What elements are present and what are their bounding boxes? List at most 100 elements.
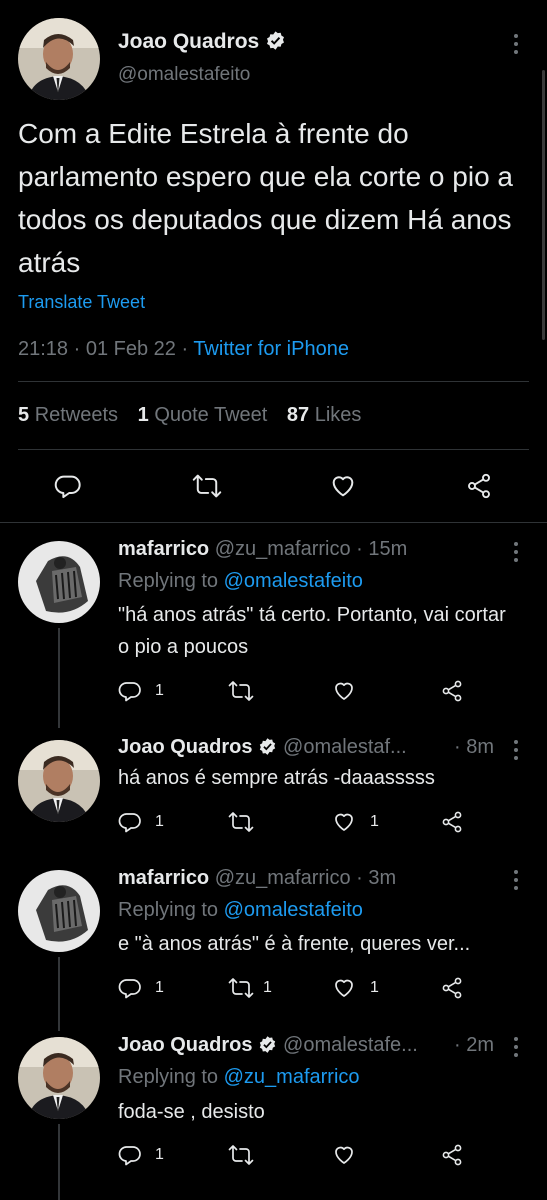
tweet-stats: 5 Retweets 1 Quote Tweet 87 Likes [18, 404, 361, 427]
reply-avatar[interactable] [18, 740, 100, 822]
like-icon [335, 813, 353, 831]
reply-button[interactable] [118, 810, 142, 839]
share-button[interactable] [440, 810, 464, 839]
likes-stat[interactable]: 87 Likes [287, 404, 362, 426]
reply-count: 1 [155, 1146, 164, 1163]
reply-author-name[interactable]: Joao Quadros [118, 736, 252, 758]
like-icon [335, 979, 353, 997]
reply-time: · 2m [454, 1034, 494, 1056]
like-button[interactable] [331, 1143, 357, 1172]
like-button[interactable] [328, 472, 358, 505]
reply-icon [54, 475, 81, 499]
divider [0, 522, 547, 523]
share-button[interactable] [440, 1143, 464, 1172]
reply-button[interactable] [118, 679, 142, 708]
thread-line [58, 957, 60, 1031]
tweet-timestamp: 21:18 · 01 Feb 22 · [18, 338, 194, 360]
tweet-meta: 21:18 · 01 Feb 22 · Twitter for iPhone [18, 338, 349, 361]
reply-button[interactable] [118, 1143, 142, 1172]
reply-count: 1 [155, 979, 164, 996]
retweet-icon [228, 812, 254, 832]
verified-badge-icon [258, 1035, 277, 1060]
reply-text: foda-se , desisto [118, 1101, 265, 1123]
replying-to: Replying to @zu_mafarrico [118, 1066, 360, 1088]
reply-author-name[interactable]: Joao Quadros [118, 1034, 252, 1056]
reply-avatar[interactable] [18, 1037, 100, 1119]
scrollbar[interactable] [542, 70, 545, 340]
more-icon[interactable] [513, 740, 519, 764]
replying-to-handle[interactable]: @zu_mafarrico [224, 1066, 360, 1088]
like-button[interactable] [331, 679, 357, 708]
divider [18, 449, 529, 450]
reply-author-meta[interactable]: @zu_mafarrico · 3m [215, 867, 396, 889]
like-count: 1 [370, 813, 379, 830]
like-count: 1 [370, 979, 379, 996]
retweet-button[interactable] [228, 976, 254, 1005]
retweet-icon [192, 474, 222, 498]
more-icon[interactable] [513, 870, 519, 894]
share-button[interactable] [440, 679, 464, 708]
reply-header: Joao Quadros @omalestafe... [118, 1034, 418, 1060]
reply-text: "há anos atrás" tá certo. Portanto, vai … [118, 604, 506, 658]
like-button[interactable] [331, 810, 357, 839]
more-icon[interactable] [513, 1037, 519, 1061]
share-button[interactable] [464, 472, 494, 505]
tweet-text: Com a Edite Estrela à frente do parlamen… [18, 118, 513, 278]
reply-author-name[interactable]: mafarrico [118, 538, 209, 560]
replying-to-handle[interactable]: @omalestafeito [224, 899, 363, 921]
reply-avatar[interactable] [18, 541, 100, 623]
share-icon [442, 977, 462, 999]
retweet-icon [228, 681, 254, 701]
share-icon [442, 811, 462, 833]
more-icon[interactable] [513, 34, 519, 58]
thread-line [58, 628, 60, 728]
verified-badge-icon [265, 30, 286, 57]
like-icon [332, 476, 354, 497]
retweet-button[interactable] [228, 679, 254, 708]
replying-to: Replying to @omalestafeito [118, 570, 363, 592]
retweet-icon [228, 1145, 254, 1165]
replying-to-handle[interactable]: @omalestafeito [224, 570, 363, 592]
share-icon [442, 1144, 462, 1166]
reply-icon [118, 1146, 141, 1166]
reply-button[interactable] [118, 976, 142, 1005]
reply-avatar[interactable] [18, 870, 100, 952]
reply-header: Joao Quadros @omalestaf... [118, 736, 407, 762]
retweets-stat[interactable]: 5 Retweets [18, 404, 118, 426]
like-icon [335, 682, 353, 700]
reply-icon [118, 813, 141, 833]
translate-tweet-link[interactable]: Translate Tweet [18, 292, 145, 313]
reply-icon [118, 979, 141, 999]
share-icon [442, 680, 462, 702]
retweet-button[interactable] [228, 1143, 254, 1172]
reply-icon [118, 682, 141, 702]
divider [18, 381, 529, 382]
reply-text: e "à anos atrás" é à frente, queres ver.… [118, 933, 471, 955]
reply-header: mafarrico @zu_mafarrico · 3m [118, 867, 396, 890]
share-button[interactable] [440, 976, 464, 1005]
reply-count: 1 [155, 682, 164, 699]
reply-author-handle[interactable]: @omalestafe... [283, 1034, 418, 1056]
retweet-count: 1 [263, 979, 272, 996]
author-handle[interactable]: @omalestafeito [118, 64, 250, 86]
share-icon [468, 473, 490, 499]
reply-button[interactable] [54, 472, 82, 505]
reply-time: · 8m [454, 736, 494, 758]
more-icon[interactable] [513, 542, 519, 566]
like-button[interactable] [331, 976, 357, 1005]
retweet-button[interactable] [192, 472, 222, 505]
retweet-icon [228, 978, 254, 998]
author-avatar[interactable] [18, 18, 100, 100]
replying-to: Replying to @omalestafeito [118, 899, 363, 921]
reply-author-name[interactable]: mafarrico [118, 867, 209, 889]
author-name[interactable]: Joao Quadros [118, 30, 286, 57]
reply-author-handle[interactable]: @omalestaf... [283, 736, 407, 758]
quotes-stat[interactable]: 1 Quote Tweet [138, 404, 268, 426]
like-icon [335, 1146, 353, 1164]
thread-line [58, 1124, 60, 1200]
retweet-button[interactable] [228, 810, 254, 839]
reply-count: 1 [155, 813, 164, 830]
reply-text: há anos é sempre atrás -daaasssss [118, 767, 435, 789]
reply-author-meta[interactable]: @zu_mafarrico · 15m [215, 538, 408, 560]
tweet-source-link[interactable]: Twitter for iPhone [193, 338, 349, 360]
